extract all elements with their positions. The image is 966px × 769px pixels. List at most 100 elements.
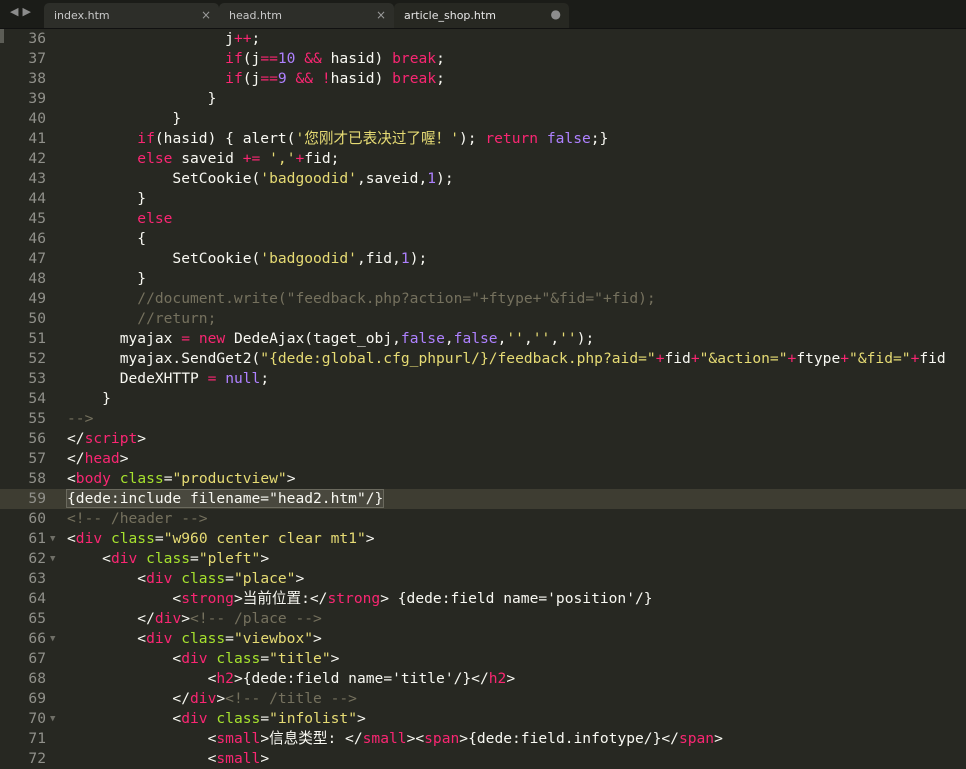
code-token: span xyxy=(424,730,460,747)
code-line[interactable]: 39 } xyxy=(0,89,966,109)
code-text: } xyxy=(67,389,111,409)
code-token: < xyxy=(67,550,111,567)
code-token: >{dede:field name='title'/}</ xyxy=(233,670,489,687)
fold-arrow-icon[interactable]: ▼ xyxy=(50,709,55,729)
line-number: 54 xyxy=(28,390,46,407)
code-token: > xyxy=(119,450,129,467)
code-token: ++ xyxy=(233,30,252,47)
code-line[interactable]: 38 if(j==9 && !hasid) break; xyxy=(0,69,966,89)
code-token: fid; xyxy=(304,150,340,167)
code-token: ); xyxy=(409,250,428,267)
code-line[interactable]: 57 </head> xyxy=(0,449,966,469)
code-line[interactable]: 45 else xyxy=(0,209,966,229)
code-line[interactable]: 53 DedeXHTTP = null; xyxy=(0,369,966,389)
code-token: false xyxy=(546,130,591,147)
code-token: class xyxy=(216,710,261,727)
code-token: > xyxy=(260,550,270,567)
code-text: <div class="pleft"> xyxy=(67,549,269,569)
line-number: 53 xyxy=(28,370,46,387)
code-token: ); xyxy=(458,130,486,147)
code-token: class xyxy=(119,470,164,487)
code-line[interactable]: 59 {dede:include filename="head2.htm"/} xyxy=(0,489,966,509)
tab-article-shop-htm[interactable]: article_shop.htm ● xyxy=(394,3,569,28)
code-text: if(hasid) { alert('您刚才已表决过了喔！'); return … xyxy=(67,129,608,149)
code-token: body xyxy=(75,470,111,487)
code-token: '' xyxy=(506,330,524,347)
code-line[interactable]: 58 <body class="productview"> xyxy=(0,469,966,489)
code-token: small xyxy=(216,730,261,747)
code-token: break xyxy=(392,70,437,87)
forward-arrow-icon[interactable]: ▶ xyxy=(22,5,34,18)
code-line[interactable]: 36 j++; xyxy=(0,29,966,49)
close-icon[interactable]: × xyxy=(376,8,386,22)
code-token: > xyxy=(216,690,226,707)
code-line[interactable]: 37 if(j==10 && hasid) break; xyxy=(0,49,966,69)
code-token: + xyxy=(690,350,700,367)
code-line[interactable]: 52 myajax.SendGet2("{dede:global.cfg_php… xyxy=(0,349,966,369)
fold-arrow-icon[interactable]: ▼ xyxy=(50,629,55,649)
line-number: 47 xyxy=(28,250,46,267)
code-line[interactable]: 46 { xyxy=(0,229,966,249)
code-line[interactable]: 72 <small> xyxy=(0,749,966,769)
tab-index-htm[interactable]: index.htm × xyxy=(44,3,219,28)
tab-head-htm[interactable]: head.htm × xyxy=(219,3,394,28)
code-line[interactable]: 64 <strong>当前位置:</strong> {dede:field na… xyxy=(0,589,966,609)
code-line[interactable]: 65 </div><!-- /place --> xyxy=(0,609,966,629)
code-token: SetCookie( xyxy=(67,250,261,267)
code-line[interactable]: 51 myajax = new DedeAjax(taget_obj,false… xyxy=(0,329,966,349)
code-editor[interactable]: 36 j++; 37 if(j==10 && hasid) break; 38 if… xyxy=(0,29,966,767)
code-line[interactable]: 50 //return; xyxy=(0,309,966,329)
code-line[interactable]: 44 } xyxy=(0,189,966,209)
line-number: 58 xyxy=(28,470,46,487)
code-token: ; xyxy=(436,70,445,87)
code-line[interactable]: 69 </div><!-- /title --> xyxy=(0,689,966,709)
code-token: < xyxy=(67,590,182,607)
tab-nav-arrows[interactable]: ◀▶ xyxy=(10,5,35,18)
code-line[interactable]: 56 </script> xyxy=(0,429,966,449)
code-token: div xyxy=(146,630,173,647)
code-line[interactable]: 66 ▼ <div class="viewbox"> xyxy=(0,629,966,649)
code-line[interactable]: 60 <!-- /header --> xyxy=(0,509,966,529)
close-icon[interactable]: × xyxy=(201,8,211,22)
code-token: div xyxy=(181,650,208,667)
code-text: SetCookie('badgoodid',saveid,1); xyxy=(67,169,453,189)
code-line[interactable]: 47 SetCookie('badgoodid',fid,1); xyxy=(0,249,966,269)
back-arrow-icon[interactable]: ◀ xyxy=(10,5,22,18)
code-token: else xyxy=(137,210,173,227)
code-line[interactable]: 42 else saveid += ','+fid; xyxy=(0,149,966,169)
line-number: 36 xyxy=(28,30,46,47)
code-token: SetCookie( xyxy=(67,170,261,187)
code-line[interactable]: 43 SetCookie('badgoodid',saveid,1); xyxy=(0,169,966,189)
unsaved-dot-icon[interactable]: ● xyxy=(551,7,561,21)
code-line[interactable]: 41 if(hasid) { alert('您刚才已表决过了喔！'); retu… xyxy=(0,129,966,149)
fold-arrow-icon[interactable]: ▼ xyxy=(50,529,55,549)
code-line[interactable]: 70 ▼ <div class="infolist"> xyxy=(0,709,966,729)
code-token: > {dede:field name='position'/} xyxy=(380,590,653,607)
code-line[interactable]: 54 } xyxy=(0,389,966,409)
code-token: + xyxy=(840,350,850,367)
code-token: } xyxy=(67,90,217,107)
code-token: > xyxy=(365,530,375,547)
code-token: ',' xyxy=(269,150,296,167)
code-line[interactable]: 62 ▼ <div class="pleft"> xyxy=(0,549,966,569)
tab-label: article_shop.htm xyxy=(404,9,496,22)
code-line[interactable]: 71 <small>信息类型: </small><span>{dede:fiel… xyxy=(0,729,966,749)
code-token: > xyxy=(181,610,191,627)
code-line[interactable]: 61 ▼ <div class="w960 center clear mt1"> xyxy=(0,529,966,549)
code-token: (j xyxy=(242,70,261,87)
code-line[interactable]: 49 //document.write("feedback.php?action… xyxy=(0,289,966,309)
code-line[interactable]: 67 <div class="title"> xyxy=(0,649,966,669)
code-text: <div class="viewbox"> xyxy=(67,629,322,649)
code-token: < xyxy=(67,710,182,727)
code-line[interactable]: 63 <div class="place"> xyxy=(0,569,966,589)
code-token: //document.write("feedback.php?action="+… xyxy=(67,290,656,307)
code-line[interactable]: 55 --> xyxy=(0,409,966,429)
fold-arrow-icon[interactable]: ▼ xyxy=(50,549,55,569)
code-text: --> xyxy=(67,409,93,429)
code-line[interactable]: 48 } xyxy=(0,269,966,289)
code-line[interactable]: 40 } xyxy=(0,109,966,129)
code-line[interactable]: 68 <h2>{dede:field name='title'/}</h2> xyxy=(0,669,966,689)
